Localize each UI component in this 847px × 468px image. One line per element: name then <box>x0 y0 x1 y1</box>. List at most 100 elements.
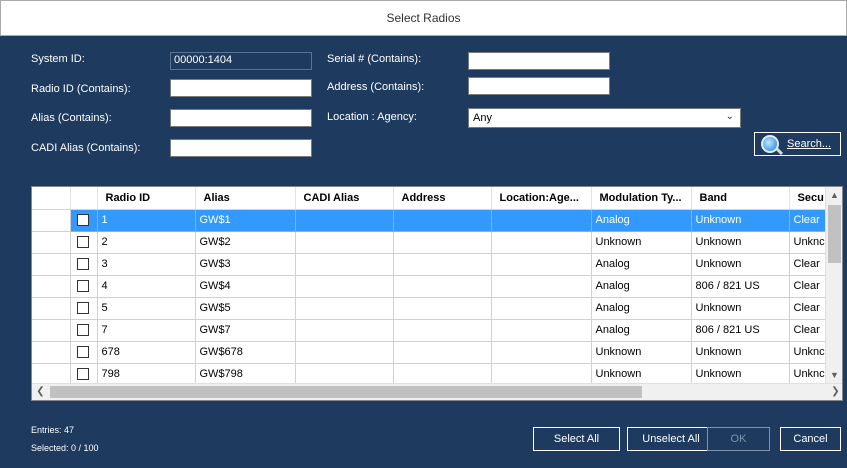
row-header[interactable] <box>32 341 71 364</box>
row-select-cell[interactable] <box>70 253 98 276</box>
cell-modulation[interactable]: Analog <box>591 319 692 342</box>
column-header-radio-id[interactable]: Radio ID <box>97 187 196 210</box>
cell-alias[interactable]: GW$5 <box>195 297 296 320</box>
row-header[interactable] <box>32 275 71 298</box>
cell-modulation[interactable]: Unknown <box>591 341 692 364</box>
cell-location[interactable] <box>491 341 592 364</box>
row-select-cell[interactable] <box>70 297 98 320</box>
horizontal-scroll-thumb[interactable] <box>50 386 642 398</box>
row-checkbox[interactable] <box>76 302 89 315</box>
column-header-band[interactable]: Band <box>691 187 790 210</box>
grid-vertical-scrollbar[interactable]: ▲ ▼ <box>825 187 842 384</box>
cell-security[interactable]: Clear <box>789 209 830 232</box>
cell-radio-id[interactable]: 798 <box>97 363 196 386</box>
cell-radio-id[interactable]: 4 <box>97 275 196 298</box>
cell-modulation[interactable]: Unknown <box>591 363 692 386</box>
row-checkbox[interactable] <box>76 346 89 359</box>
cell-alias[interactable]: GW$798 <box>195 363 296 386</box>
column-header-alias[interactable]: Alias <box>195 187 296 210</box>
cell-band[interactable]: Unknown <box>691 209 790 232</box>
cell-band[interactable]: 806 / 821 US <box>691 275 790 298</box>
cell-band[interactable]: Unknown <box>691 363 790 386</box>
cell-modulation[interactable]: Analog <box>591 275 692 298</box>
column-header-security[interactable]: Secu <box>789 187 830 210</box>
cell-radio-id[interactable]: 7 <box>97 319 196 342</box>
row-select-cell[interactable] <box>70 275 98 298</box>
cell-cadi[interactable] <box>295 275 394 298</box>
column-header-modulation-type[interactable]: Modulation Ty... <box>591 187 692 210</box>
row-header[interactable] <box>32 209 71 232</box>
cell-address[interactable] <box>393 319 492 342</box>
cancel-button[interactable]: Cancel <box>780 427 841 451</box>
cell-location[interactable] <box>491 319 592 342</box>
cell-band[interactable]: Unknown <box>691 231 790 254</box>
select-all-button[interactable]: Select All <box>533 427 620 451</box>
cell-location[interactable] <box>491 363 592 386</box>
cell-address[interactable] <box>393 209 492 232</box>
cell-radio-id[interactable]: 2 <box>97 231 196 254</box>
row-header[interactable] <box>32 253 71 276</box>
row-checkbox[interactable] <box>76 280 89 293</box>
cell-band[interactable]: Unknown <box>691 297 790 320</box>
row-checkbox[interactable] <box>76 368 89 381</box>
grid-horizontal-scrollbar[interactable]: ❮ ❯ <box>32 383 842 400</box>
cell-security[interactable]: Clear <box>789 253 830 276</box>
cell-cadi[interactable] <box>295 297 394 320</box>
cell-alias[interactable]: GW$2 <box>195 231 296 254</box>
cell-band[interactable]: 806 / 821 US <box>691 319 790 342</box>
table-row[interactable]: 1 GW$1 Analog Unknown Clear <box>32 209 830 232</box>
radio-id-input[interactable] <box>170 79 312 97</box>
row-select-cell[interactable] <box>70 341 98 364</box>
row-checkbox[interactable] <box>76 324 89 337</box>
cell-location[interactable] <box>491 209 592 232</box>
cell-alias[interactable]: GW$678 <box>195 341 296 364</box>
cell-modulation[interactable]: Analog <box>591 253 692 276</box>
window-title-bar[interactable]: Select Radios <box>0 0 847 36</box>
cell-band[interactable]: Unknown <box>691 341 790 364</box>
cell-location[interactable] <box>491 253 592 276</box>
alias-input[interactable] <box>170 109 312 127</box>
table-row[interactable]: 7 GW$7 Analog 806 / 821 US Clear <box>32 319 830 342</box>
cell-alias[interactable]: GW$3 <box>195 253 296 276</box>
cell-location[interactable] <box>491 275 592 298</box>
row-select-cell[interactable] <box>70 363 98 386</box>
cell-security[interactable]: Unknc <box>789 363 830 386</box>
search-button[interactable]: Search... <box>754 132 841 156</box>
column-header-cadi-alias[interactable]: CADI Alias <box>295 187 394 210</box>
cell-radio-id[interactable]: 678 <box>97 341 196 364</box>
cell-radio-id[interactable]: 3 <box>97 253 196 276</box>
cell-location[interactable] <box>491 297 592 320</box>
cell-address[interactable] <box>393 297 492 320</box>
row-header[interactable] <box>32 297 71 320</box>
cell-security[interactable]: Clear <box>789 275 830 298</box>
table-row[interactable]: 4 GW$4 Analog 806 / 821 US Clear <box>32 275 830 298</box>
cell-security[interactable]: Clear <box>789 319 830 342</box>
column-header-location-agency[interactable]: Location:Age... <box>491 187 592 210</box>
cell-radio-id[interactable]: 1 <box>97 209 196 232</box>
select-column-header[interactable] <box>70 187 98 210</box>
table-row[interactable]: 2 GW$2 Unknown Unknown Unknc <box>32 231 830 254</box>
cell-radio-id[interactable]: 5 <box>97 297 196 320</box>
cell-cadi[interactable] <box>295 209 394 232</box>
cell-cadi[interactable] <box>295 253 394 276</box>
cell-alias[interactable]: GW$1 <box>195 209 296 232</box>
cell-address[interactable] <box>393 275 492 298</box>
cell-security[interactable]: Unknc <box>789 231 830 254</box>
cell-cadi[interactable] <box>295 231 394 254</box>
cell-cadi[interactable] <box>295 319 394 342</box>
column-header-address[interactable]: Address <box>393 187 492 210</box>
scroll-right-icon[interactable]: ❯ <box>827 384 842 400</box>
cell-modulation[interactable]: Unknown <box>591 231 692 254</box>
row-select-cell[interactable] <box>70 319 98 342</box>
cell-location[interactable] <box>491 231 592 254</box>
radios-grid[interactable]: Radio ID Alias CADI Alias Address Locati… <box>31 186 843 401</box>
table-row[interactable]: 678 GW$678 Unknown Unknown Unknc <box>32 341 830 364</box>
cell-address[interactable] <box>393 253 492 276</box>
cell-address[interactable] <box>393 363 492 386</box>
row-select-cell[interactable] <box>70 209 98 232</box>
cell-modulation[interactable]: Analog <box>591 209 692 232</box>
row-header[interactable] <box>32 363 71 386</box>
cell-band[interactable]: Unknown <box>691 253 790 276</box>
cadi-alias-input[interactable] <box>170 139 312 157</box>
cell-security[interactable]: Unknc <box>789 341 830 364</box>
